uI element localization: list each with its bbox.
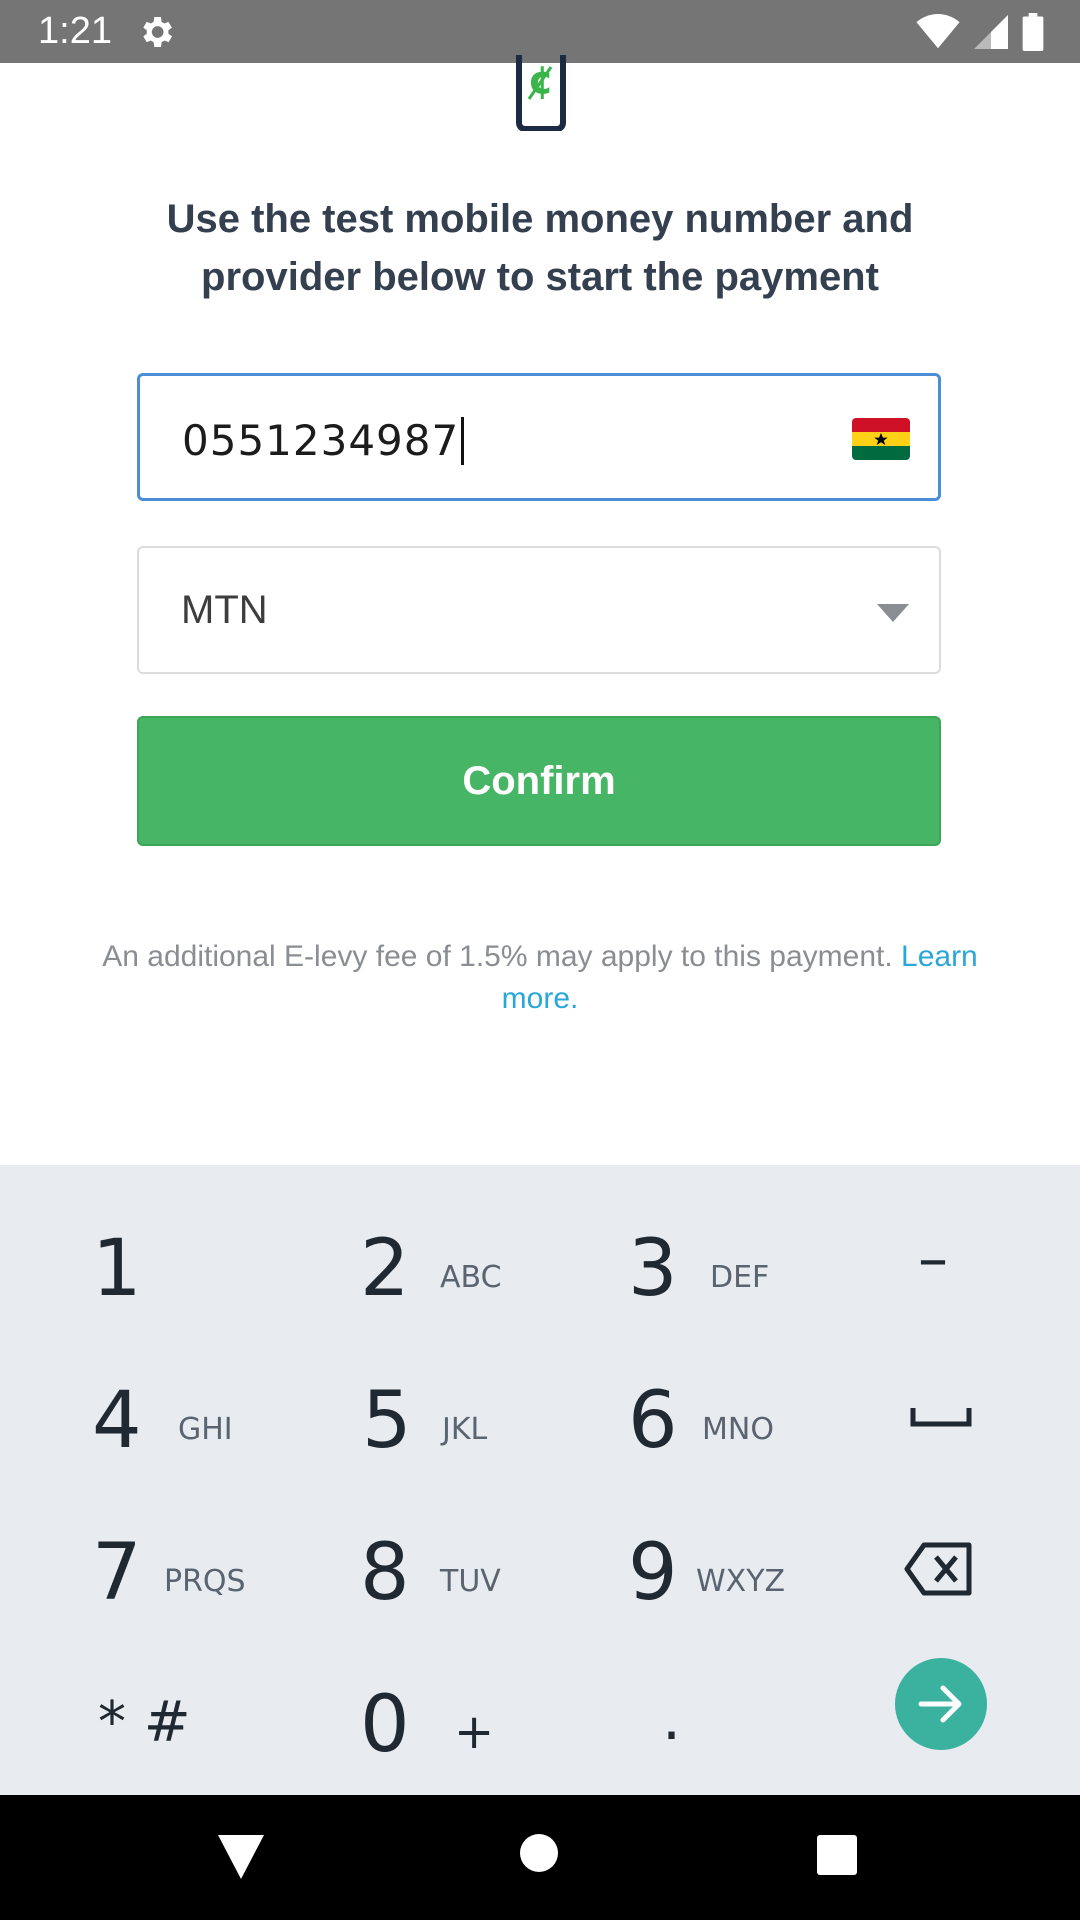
key-1-number: 1 — [92, 1224, 142, 1314]
mobile-money-icon: ¢ — [516, 55, 566, 131]
key-5[interactable]: 5 JKL — [330, 1352, 550, 1482]
key-5-letters: JKL — [442, 1412, 488, 1447]
backspace-icon — [904, 1542, 972, 1596]
key-period-symbol: . — [662, 1684, 682, 1754]
key-2[interactable]: 2 ABC — [330, 1200, 550, 1330]
key-8[interactable]: 8 TUV — [330, 1504, 550, 1634]
key-9[interactable]: 9 WXYZ — [600, 1504, 820, 1634]
key-2-letters: ABC — [440, 1260, 502, 1295]
key-6-number: 6 — [628, 1376, 678, 1466]
key-dash[interactable]: – — [880, 1200, 1030, 1330]
instructions-text: Use the test mobile money number and pro… — [166, 197, 914, 299]
status-bar: 1:21 — [0, 0, 1080, 63]
key-0[interactable]: 0 + — [330, 1656, 550, 1786]
chevron-down-icon — [877, 604, 909, 622]
confirm-button[interactable]: Confirm — [137, 716, 941, 846]
key-4[interactable]: 4 GHI — [60, 1352, 280, 1482]
key-period[interactable]: . — [600, 1656, 820, 1786]
key-star-hash-symbols: * # — [98, 1690, 191, 1755]
provider-value: MTN — [181, 588, 268, 632]
key-4-letters: GHI — [178, 1412, 233, 1447]
key-3-number: 3 — [628, 1224, 678, 1314]
status-time: 1:21 — [38, 10, 112, 52]
go-next-button[interactable] — [895, 1658, 987, 1750]
levy-note-text: An additional E-levy fee of 1.5% may app… — [102, 940, 902, 973]
key-0-plus: + — [454, 1704, 495, 1760]
battery-icon — [1022, 13, 1044, 51]
cell-signal-icon — [974, 15, 1008, 49]
provider-select[interactable]: MTN — [137, 546, 941, 674]
recents-square-icon[interactable] — [817, 1835, 857, 1875]
key-7-letters: PRQS — [164, 1564, 246, 1599]
key-5-number: 5 — [362, 1376, 412, 1466]
text-cursor — [461, 417, 465, 465]
wifi-icon — [916, 14, 960, 49]
ghana-flag-icon — [852, 418, 910, 460]
key-2-number: 2 — [360, 1224, 410, 1314]
space-icon — [910, 1408, 972, 1427]
key-star-hash[interactable]: * # — [60, 1656, 280, 1786]
key-9-number: 9 — [628, 1528, 678, 1618]
key-1[interactable]: 1 — [60, 1200, 260, 1330]
key-6[interactable]: 6 MNO — [600, 1352, 820, 1482]
key-3-letters: DEF — [710, 1260, 770, 1295]
key-dash-symbol: – — [918, 1224, 948, 1294]
key-3[interactable]: 3 DEF — [600, 1200, 820, 1330]
arrow-right-icon — [918, 1685, 962, 1723]
phone-number-input[interactable]: 0551234987 — [137, 373, 941, 501]
home-circle-icon[interactable] — [520, 1834, 558, 1872]
navigation-bar — [0, 1795, 1080, 1920]
key-0-number: 0 — [360, 1680, 410, 1770]
key-8-number: 8 — [360, 1528, 410, 1618]
key-7[interactable]: 7 PRQS — [60, 1504, 280, 1634]
key-8-letters: TUV — [440, 1564, 501, 1599]
key-9-letters: WXYZ — [696, 1564, 786, 1599]
levy-note: An additional E-levy fee of 1.5% may app… — [60, 936, 1020, 1020]
settings-gear-icon — [143, 17, 172, 47]
key-backspace[interactable] — [880, 1504, 1030, 1634]
phone-number-value: 0551234987 — [182, 416, 460, 465]
key-4-number: 4 — [92, 1376, 142, 1466]
key-space[interactable] — [880, 1352, 1030, 1482]
key-7-number: 7 — [92, 1528, 142, 1618]
back-triangle-icon[interactable] — [218, 1835, 264, 1879]
key-6-letters: MNO — [702, 1412, 774, 1447]
